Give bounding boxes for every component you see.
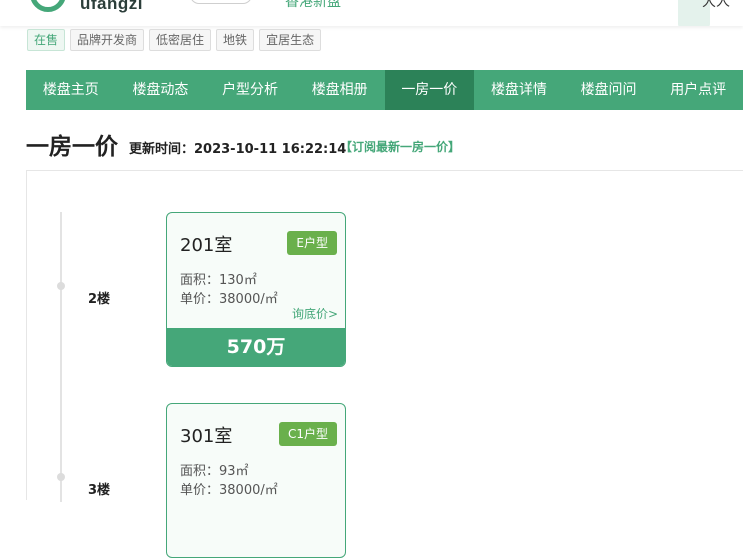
total-price: 570万 <box>167 328 345 366</box>
update-time: 更新时间：2023-10-11 16:22:14 <box>129 142 347 157</box>
unit-area: 面积：130㎡ <box>180 273 257 288</box>
timeline-dot <box>57 473 65 481</box>
logo-text[interactable]: ufangzi <box>80 0 143 14</box>
room-number: 301室 <box>180 426 233 447</box>
unit-type-badge[interactable]: C1户型 <box>278 422 337 446</box>
floor-timeline <box>60 212 62 502</box>
property-nav: 楼盘主页 楼盘动态 户型分析 楼盘相册 一房一价 楼盘详情 楼盘问问 用户点评 <box>26 70 743 110</box>
room-number: 201室 <box>180 235 233 256</box>
tab-home[interactable]: 楼盘主页 <box>26 70 116 110</box>
unit-price-per-sqm: 单价：38000/㎡ <box>180 483 278 498</box>
floor-label-2: 2楼 <box>88 292 111 307</box>
property-tags: 在售 品牌开发商 低密居住 地铁 宜居生态 <box>27 29 322 51</box>
tag-on-sale: 在售 <box>27 29 66 51</box>
tab-floorplans[interactable]: 户型分析 <box>205 70 295 110</box>
header-nav-link[interactable]: 香港新盘 <box>285 0 341 11</box>
tab-details[interactable]: 楼盘详情 <box>474 70 564 110</box>
tab-album[interactable]: 楼盘相册 <box>295 70 385 110</box>
unit-price-panel <box>26 170 743 500</box>
tag-low-density: 低密居住 <box>149 29 212 51</box>
site-header: ufangzi 香港新盘 大人 <box>0 0 743 26</box>
logo-icon[interactable] <box>30 0 66 12</box>
page-title: 一房一价 <box>26 134 118 160</box>
subscribe-link[interactable]: 【订阅最新一房一价】 <box>340 138 460 155</box>
tab-news[interactable]: 楼盘动态 <box>116 70 206 110</box>
unit-area: 面积：93㎡ <box>180 464 249 479</box>
unit-type-badge[interactable]: E户型 <box>287 231 337 255</box>
ask-lowest-price-link[interactable]: 询底价> <box>292 305 338 322</box>
unit-card-301[interactable]: 301室 C1户型 面积：93㎡ 单价：38000/㎡ <box>166 403 346 558</box>
tab-qa[interactable]: 楼盘问问 <box>564 70 654 110</box>
unit-card-201[interactable]: 201室 E户型 面积：130㎡ 单价：38000/㎡ 询底价> 570万 <box>166 212 346 367</box>
tag-metro: 地铁 <box>216 29 255 51</box>
tab-unit-prices[interactable]: 一房一价 <box>384 70 475 110</box>
tag-eco-living: 宜居生态 <box>259 29 322 51</box>
header-right-text[interactable]: 大人 <box>702 0 730 11</box>
tag-brand-developer: 品牌开发商 <box>70 29 145 51</box>
timeline-dot <box>57 282 65 290</box>
tab-reviews[interactable]: 用户点评 <box>653 70 743 110</box>
floor-label-3: 3楼 <box>88 483 111 498</box>
city-selector[interactable] <box>190 0 252 4</box>
unit-price-per-sqm: 单价：38000/㎡ <box>180 292 278 307</box>
